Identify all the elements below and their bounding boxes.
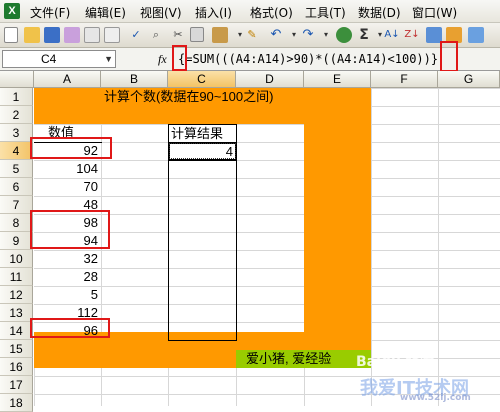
menu-format[interactable]: 格式(O) — [250, 4, 293, 21]
column-header-e[interactable]: E — [304, 71, 371, 88]
format-painter-icon[interactable]: ✎ — [244, 27, 260, 43]
redo-dropdown-icon[interactable]: ▾ — [318, 27, 334, 43]
row-header[interactable]: 5 — [0, 160, 33, 178]
result-range-border — [168, 142, 237, 341]
value-cell[interactable]: 5 — [34, 286, 98, 304]
column-header-d[interactable]: D — [236, 71, 304, 88]
row-header[interactable]: 4 — [0, 142, 33, 160]
c-header-label: 计算结果 — [171, 126, 224, 141]
highlight-a8-a9 — [30, 210, 110, 249]
column-header-g[interactable]: G — [438, 71, 500, 88]
menu-bar: X 文件(F) 编辑(E) 视图(V) 插入(I) 格式(O) 工具(T) 数据… — [0, 0, 500, 23]
sheet-title: 计算个数(数据在90~100之间) — [104, 89, 274, 104]
active-cell-focus — [169, 143, 236, 159]
standard-toolbar: ✓ ⌕ ✂ ▾ ✎ ↶ ▾ ↷ ▾ Σ ▾ A↓ Z↓ — [0, 23, 500, 48]
worksheet: A B C D E F G 1 2 3 4 5 6 7 8 9 10 11 12… — [0, 71, 500, 412]
column-header-f[interactable]: F — [371, 71, 438, 88]
menu-edit[interactable]: 编辑(E) — [85, 4, 126, 21]
redo-icon[interactable]: ↷ — [300, 27, 316, 43]
menu-file[interactable]: 文件(F) — [30, 4, 70, 21]
insert-function-icon[interactable]: fx — [158, 52, 167, 67]
save-icon[interactable] — [44, 27, 60, 43]
value-cell[interactable]: 32 — [34, 250, 98, 268]
row-header[interactable]: 18 — [0, 394, 33, 412]
row-header[interactable]: 6 — [0, 178, 33, 196]
row-header[interactable]: 10 — [0, 250, 33, 268]
menu-tools[interactable]: 工具(T) — [305, 4, 346, 21]
sort-ascending-icon[interactable]: A↓ — [384, 27, 400, 43]
row-header[interactable]: 2 — [0, 106, 33, 124]
print-icon[interactable] — [84, 27, 100, 43]
name-box-dropdown-icon[interactable]: ▼ — [66, 51, 113, 67]
sort-descending-icon[interactable]: Z↓ — [404, 27, 420, 43]
value-cell[interactable]: 104 — [34, 160, 98, 178]
row-header[interactable]: 3 — [0, 124, 33, 142]
excel-app-icon[interactable]: X — [4, 3, 20, 19]
new-icon[interactable] — [4, 27, 18, 43]
research-icon[interactable]: ⌕ — [148, 27, 164, 43]
name-box-value: C4 — [41, 52, 57, 66]
row-header[interactable]: 14 — [0, 322, 33, 340]
copy-icon[interactable] — [190, 27, 204, 42]
highlight-open-brace — [172, 45, 187, 71]
row-header[interactable]: 17 — [0, 376, 33, 394]
column-header-c[interactable]: C — [168, 71, 236, 88]
row-header[interactable]: 8 — [0, 214, 33, 232]
select-all-corner[interactable] — [0, 71, 34, 88]
cut-icon[interactable]: ✂ — [170, 27, 186, 43]
row-header[interactable]: 7 — [0, 196, 33, 214]
column-header-b[interactable]: B — [101, 71, 168, 88]
gridline — [438, 88, 439, 406]
highlight-a14 — [30, 318, 110, 338]
formula-bar: C4 ▼ fx {=SUM(((A4:A14)>90)*((A4:A14)<10… — [0, 48, 500, 71]
row-header[interactable]: 16 — [0, 358, 33, 376]
highlight-a4 — [30, 137, 112, 159]
open-icon[interactable] — [24, 27, 40, 43]
row-header[interactable]: 9 — [0, 232, 33, 250]
row-header[interactable]: 12 — [0, 286, 33, 304]
highlight-close-brace — [440, 41, 458, 72]
permission-icon[interactable] — [64, 27, 80, 43]
menu-insert[interactable]: 插入(I) — [195, 4, 232, 21]
menu-data[interactable]: 数据(D) — [358, 4, 401, 21]
spelling-icon[interactable]: ✓ — [128, 27, 144, 43]
name-box[interactable]: C4 ▼ — [2, 50, 116, 68]
site-url-watermark: www.52ij.com — [400, 393, 471, 403]
autosum-icon[interactable]: Σ — [356, 27, 372, 43]
menu-window[interactable]: 窗口(W) — [412, 4, 457, 21]
hyperlink-icon[interactable] — [336, 27, 352, 43]
print-preview-icon[interactable] — [104, 27, 120, 43]
row-header[interactable]: 15 — [0, 340, 33, 358]
zoom-icon[interactable] — [468, 27, 484, 43]
row-header[interactable]: 11 — [0, 268, 33, 286]
baidu-watermark: Baidu 经验 — [356, 354, 434, 370]
undo-icon[interactable]: ↶ — [268, 27, 284, 43]
row-header[interactable]: 13 — [0, 304, 33, 322]
paste-icon[interactable] — [212, 27, 228, 43]
value-cell[interactable]: 70 — [34, 178, 98, 196]
c-header-cell[interactable]: 计算结果 — [168, 124, 237, 143]
value-cell[interactable]: 28 — [34, 268, 98, 286]
column-header-a[interactable]: A — [34, 71, 101, 88]
menu-view[interactable]: 视图(V) — [140, 4, 182, 21]
footer-text: 爱小猪, 爱经验 — [246, 351, 332, 366]
row-header[interactable]: 1 — [0, 88, 33, 106]
